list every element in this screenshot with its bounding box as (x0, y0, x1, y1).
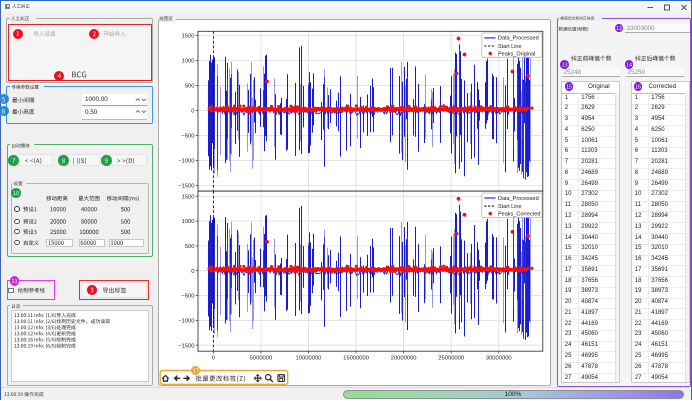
svg-text:0: 0 (212, 356, 215, 362)
svg-text:−500: −500 (181, 294, 194, 300)
svg-text:15000000: 15000000 (343, 356, 369, 362)
svg-text:500: 500 (185, 84, 195, 90)
svg-text:1000: 1000 (182, 59, 195, 65)
svg-text:Data_Processed: Data_Processed (498, 196, 539, 202)
svg-text:−500: −500 (181, 134, 194, 140)
svg-text:0: 0 (191, 269, 194, 275)
svg-text:500: 500 (185, 244, 195, 250)
svg-text:−1500: −1500 (178, 184, 194, 190)
svg-text:25000000: 25000000 (438, 356, 464, 362)
svg-text:30000000: 30000000 (486, 356, 512, 362)
svg-text:0: 0 (191, 109, 194, 115)
svg-text:Start Line: Start Line (498, 44, 522, 50)
svg-text:1500: 1500 (182, 34, 195, 40)
svg-text:1000: 1000 (182, 219, 195, 225)
svg-text:10000000: 10000000 (296, 356, 322, 362)
svg-text:20000000: 20000000 (391, 356, 417, 362)
svg-text:5000000: 5000000 (250, 356, 273, 362)
svg-text:Peaks_Corrected: Peaks_Corrected (498, 211, 541, 217)
svg-text:Peaks_Original: Peaks_Original (498, 51, 535, 57)
svg-text:−1500: −1500 (178, 343, 194, 349)
svg-text:Data_Processed: Data_Processed (498, 36, 539, 42)
svg-text:1500: 1500 (182, 194, 195, 200)
svg-text:Start Line: Start Line (498, 204, 522, 210)
svg-text:−1000: −1000 (178, 159, 194, 165)
svg-text:−1000: −1000 (178, 319, 194, 325)
